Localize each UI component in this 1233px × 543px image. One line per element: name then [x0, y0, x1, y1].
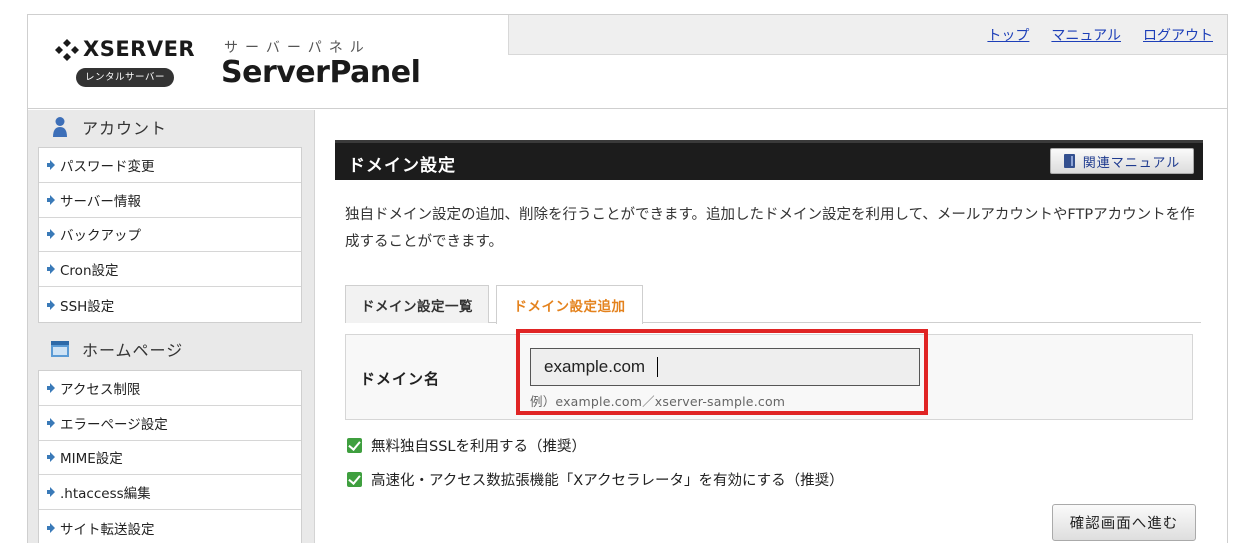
sidebar-list-homepage: アクセス制限 エラーページ設定 MIME設定 .htaccess編集 サイト転送…	[38, 369, 302, 543]
sidebar-item-label: アクセス制限	[60, 381, 141, 398]
page-title-bar: ドメイン設定 関連マニュアル	[335, 140, 1203, 180]
sidebar-item-label: バックアップ	[60, 228, 141, 245]
bullet-icon	[47, 229, 55, 240]
bullet-icon	[47, 159, 55, 170]
sidebar-item-cron[interactable]: Cron設定	[39, 252, 301, 288]
page-title: ドメイン設定	[348, 156, 456, 176]
domain-form: ドメイン名 例）example.com／xserver-sample.com	[345, 329, 1193, 420]
book-icon	[1063, 154, 1075, 168]
header: XSERVER レンタルサーバー サーバーパネル ServerPanel トップ…	[28, 15, 1227, 109]
domain-name-label: ドメイン名	[360, 370, 441, 388]
bullet-icon	[47, 452, 55, 463]
logo-subtitle: レンタルサーバー	[76, 68, 174, 87]
ssl-checkbox[interactable]	[347, 438, 362, 453]
ssl-option[interactable]: 無料独自SSLを利用する（推奨）	[347, 435, 586, 456]
sidebar: アカウント パスワード変更 サーバー情報 バックアップ Cron設定 SSH設定…	[28, 110, 315, 543]
server-panel-frame: XSERVER レンタルサーバー サーバーパネル ServerPanel トップ…	[27, 14, 1228, 543]
nav-manual-link[interactable]: マニュアル	[1051, 25, 1121, 45]
related-manual-button[interactable]: 関連マニュアル	[1050, 148, 1194, 174]
bullet-icon	[47, 522, 55, 533]
sidebar-item-password[interactable]: パスワード変更	[39, 148, 301, 183]
confirm-button[interactable]: 確認画面へ進む	[1052, 504, 1196, 541]
bullet-icon	[47, 299, 55, 310]
sidebar-list-account: パスワード変更 サーバー情報 バックアップ Cron設定 SSH設定	[38, 147, 302, 323]
sidebar-item-label: サイト転送設定	[60, 521, 155, 538]
bullet-icon	[47, 487, 55, 498]
page-description: 独自ドメイン設定の追加、削除を行うことができます。追加したドメイン設定を利用して…	[345, 207, 1195, 250]
sidebar-item-label: MIME設定	[60, 451, 123, 468]
accelerator-checkbox[interactable]	[347, 472, 362, 487]
sidebar-section-homepage: ホームページ	[28, 333, 314, 366]
accelerator-option-label: 高速化・アクセス数拡張機能「Xアクセラレータ」を有効にする（推奨）	[371, 473, 844, 489]
domain-name-input[interactable]	[530, 348, 920, 386]
top-nav: トップ マニュアル ログアウト	[508, 15, 1227, 55]
sidebar-section-title: アカウント	[82, 118, 168, 138]
text-caret	[657, 357, 658, 377]
panel-kana: サーバーパネル	[224, 40, 371, 56]
bullet-icon	[47, 194, 55, 205]
nav-top-link[interactable]: トップ	[987, 25, 1029, 45]
sidebar-item-label: SSH設定	[60, 298, 115, 315]
logo-text: XSERVER	[83, 37, 196, 61]
homepage-icon	[51, 341, 69, 358]
sidebar-item-ssh[interactable]: SSH設定	[39, 287, 301, 322]
sidebar-item-error-page[interactable]: エラーページ設定	[39, 406, 301, 441]
sidebar-item-label: パスワード変更	[60, 158, 155, 175]
nav-logout-link[interactable]: ログアウト	[1143, 25, 1213, 45]
panel-title: ServerPanel	[221, 55, 421, 90]
accelerator-option[interactable]: 高速化・アクセス数拡張機能「Xアクセラレータ」を有効にする（推奨）	[347, 469, 844, 490]
logo-diamonds-icon	[55, 39, 79, 61]
sidebar-item-access-restriction[interactable]: アクセス制限	[39, 371, 301, 406]
sidebar-item-label: エラーページ設定	[60, 416, 168, 433]
tab-domain-list[interactable]: ドメイン設定一覧	[345, 285, 489, 323]
main-content: ドメイン設定 関連マニュアル 独自ドメイン設定の追加、削除を行うことができます。…	[335, 140, 1203, 541]
xserver-logo[interactable]: XSERVER レンタルサーバー	[54, 37, 204, 93]
sidebar-item-backup[interactable]: バックアップ	[39, 218, 301, 253]
sidebar-item-label: サーバー情報	[60, 193, 141, 210]
sidebar-item-label: .htaccess編集	[60, 486, 151, 503]
user-icon	[53, 116, 67, 137]
sidebar-section-title: ホームページ	[82, 341, 184, 361]
tab-domain-add[interactable]: ドメイン設定追加	[496, 285, 643, 324]
bullet-icon	[47, 264, 55, 275]
related-manual-label: 関連マニュアル	[1082, 155, 1181, 171]
bullet-icon	[47, 417, 55, 428]
sidebar-item-label: Cron設定	[60, 263, 119, 280]
sidebar-section-account: アカウント	[28, 110, 314, 143]
sidebar-item-htaccess[interactable]: .htaccess編集	[39, 475, 301, 511]
domain-name-hint: 例）example.com／xserver-sample.com	[530, 394, 786, 409]
sidebar-item-mime[interactable]: MIME設定	[39, 441, 301, 476]
sidebar-item-server-info[interactable]: サーバー情報	[39, 183, 301, 218]
sidebar-item-site-transfer[interactable]: サイト転送設定	[39, 510, 301, 543]
tab-bar: ドメイン設定一覧 ドメイン設定追加	[345, 285, 1201, 324]
ssl-option-label: 無料独自SSLを利用する（推奨）	[371, 439, 586, 455]
bullet-icon	[47, 382, 55, 393]
